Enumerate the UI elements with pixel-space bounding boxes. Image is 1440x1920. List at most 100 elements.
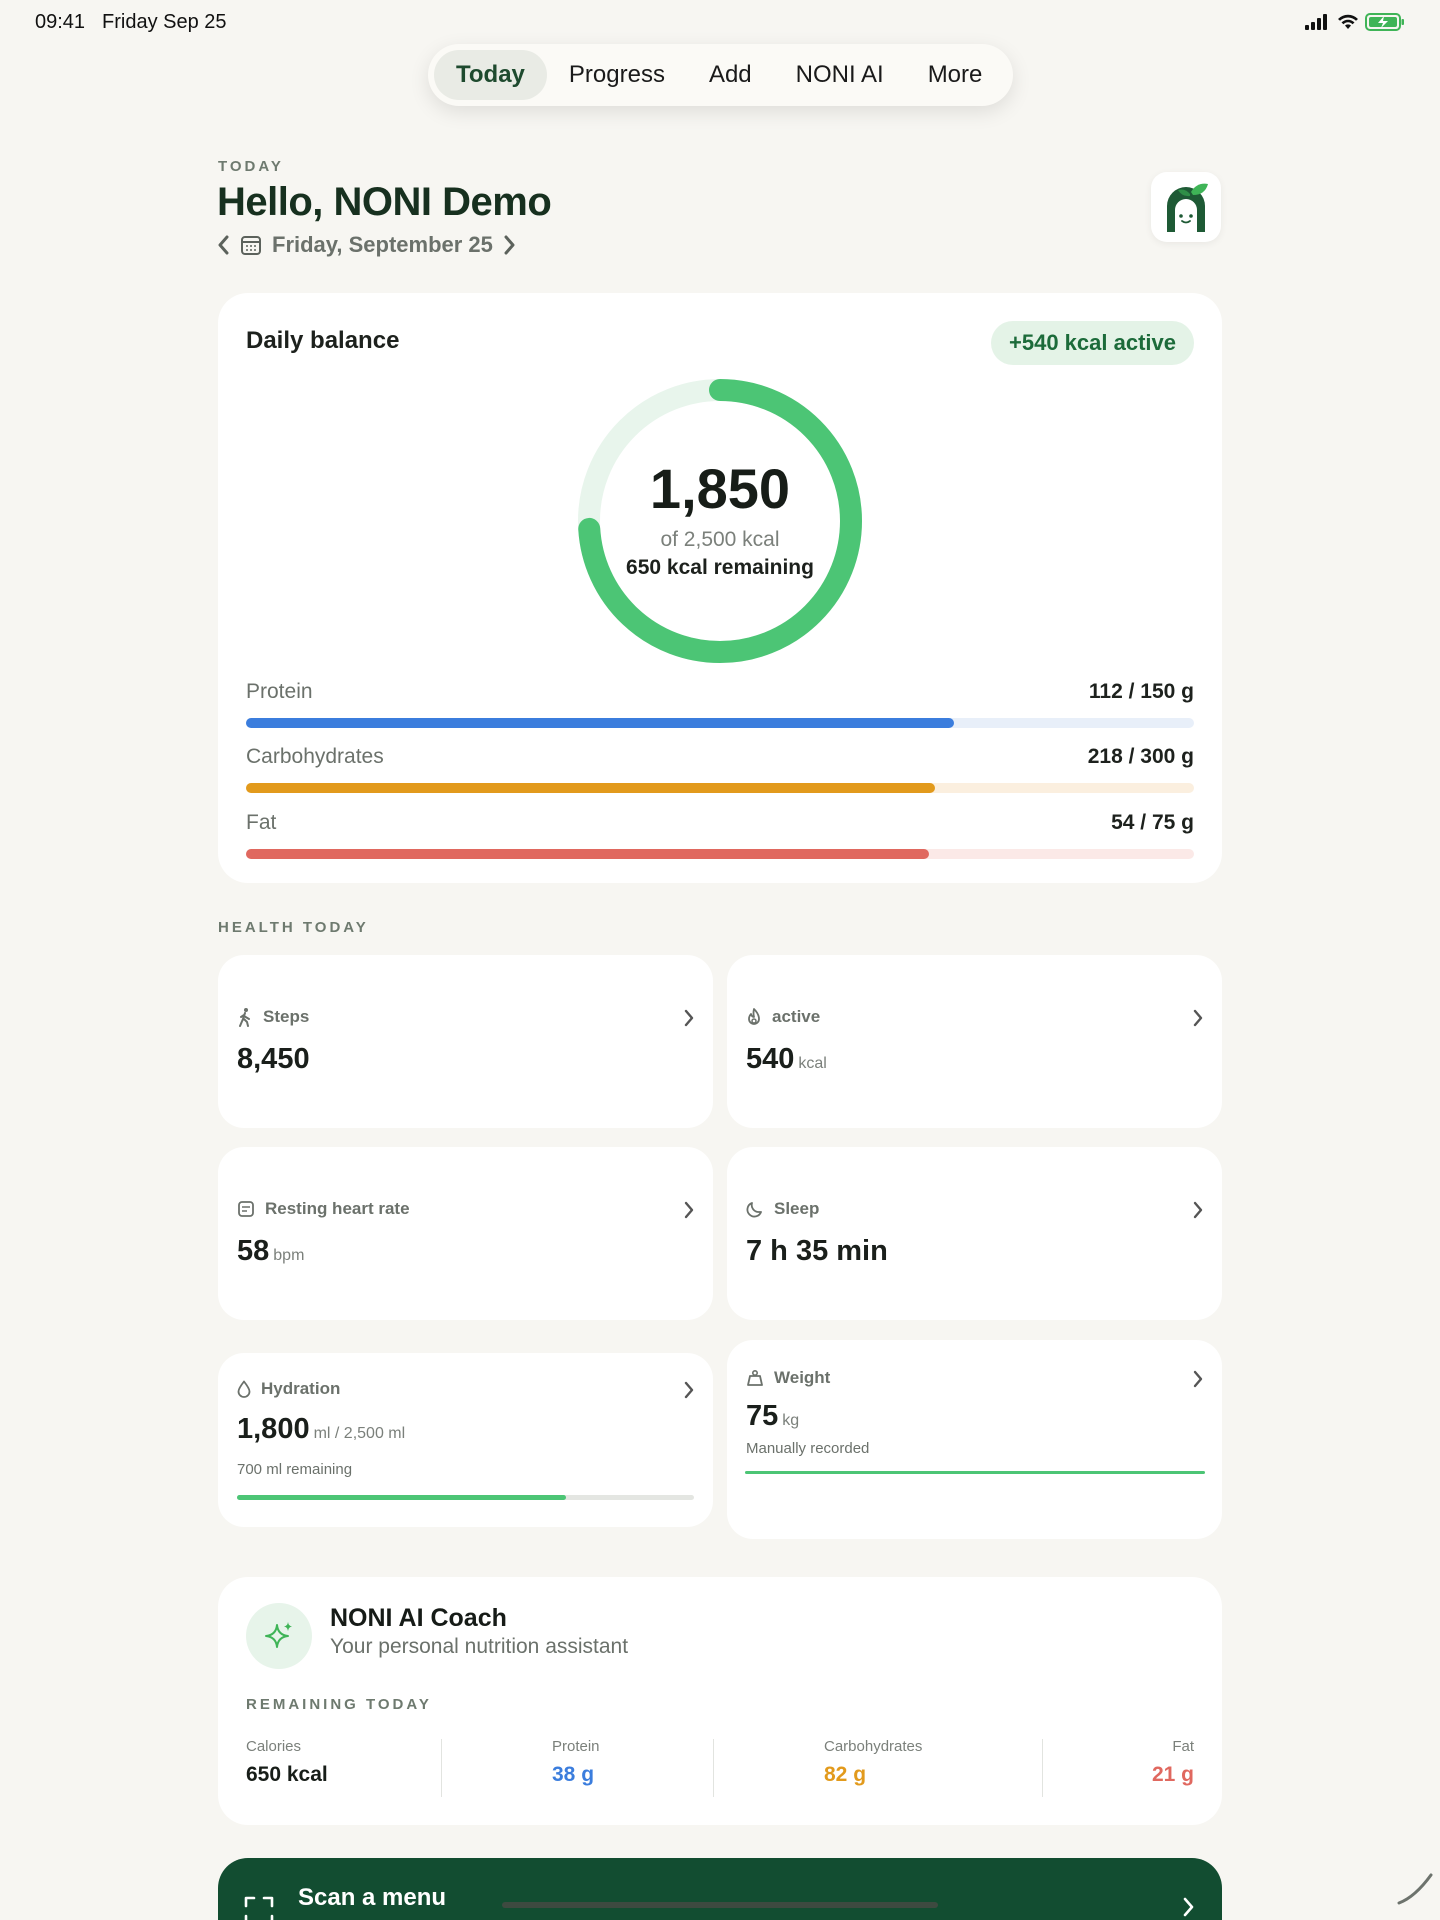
divider xyxy=(441,1739,442,1797)
tab-more[interactable]: More xyxy=(906,50,1005,100)
page-eyebrow: TODAY xyxy=(218,158,284,175)
current-date[interactable]: Friday, September 25 xyxy=(272,232,493,258)
remaining-carbohydrates: Carbohydrates 82 g xyxy=(824,1738,922,1787)
macro-name: Protein xyxy=(246,680,313,703)
ai-coach-card[interactable]: NONI AI Coach Your personal nutrition as… xyxy=(218,1577,1222,1825)
home-indicator[interactable] xyxy=(502,1902,938,1908)
active-label: active xyxy=(772,1007,821,1026)
calorie-ring-labels: 1,850 of 2,500 kcal 650 kcal remaining xyxy=(575,376,865,666)
weight-header: Weight xyxy=(746,1368,830,1388)
macro-value: 218 / 300 g xyxy=(1087,745,1194,768)
tab-today[interactable]: Today xyxy=(434,50,547,100)
remaining-name: Carbohydrates xyxy=(824,1738,923,1755)
status-bar: 09:41 Friday Sep 25 xyxy=(0,0,1440,44)
heart-bpm: 58 xyxy=(237,1235,270,1267)
macro-progress-track xyxy=(246,783,1194,793)
top-navigation: Today Progress Add NONI AI More xyxy=(428,44,1013,106)
hydration-unit: ml / 2,500 ml xyxy=(313,1425,406,1442)
hydration-label: Hydration xyxy=(261,1379,341,1398)
hydration-remaining: 700 ml remaining xyxy=(237,1461,353,1478)
calories-consumed: 1,850 xyxy=(649,457,791,520)
hydration-value: 1,800 ml / 2,500 ml xyxy=(237,1413,405,1446)
sleep-tile[interactable]: Sleep 7 h 35 min xyxy=(727,1147,1222,1320)
status-time: 09:41 xyxy=(35,11,86,33)
chevron-right-icon[interactable] xyxy=(503,234,517,256)
hydration-tile[interactable]: Hydration 1,800 ml / 2,500 ml 700 ml rema… xyxy=(218,1353,713,1527)
calorie-goal: of 2,500 kcal xyxy=(660,528,780,551)
active-value: 540 kcal xyxy=(746,1043,827,1076)
scan-menu-button[interactable]: Scan a menu xyxy=(218,1858,1222,1920)
chevron-right-icon xyxy=(1193,1370,1203,1388)
active-unit: kcal xyxy=(798,1055,827,1072)
remaining-name: Protein xyxy=(552,1738,600,1755)
battery-charging-icon xyxy=(1365,13,1404,31)
sleep-header: Sleep xyxy=(746,1199,819,1219)
tab-add[interactable]: Add xyxy=(687,50,774,100)
chevron-right-icon xyxy=(1193,1009,1203,1027)
macro-progress-fill xyxy=(246,849,929,859)
resting-heart-rate-tile[interactable]: Resting heart rate 58 bpm xyxy=(218,1147,713,1320)
walking-icon xyxy=(239,1008,250,1027)
heart-rate-monitor-icon xyxy=(238,1201,254,1217)
remaining-name: Fat xyxy=(1172,1738,1194,1755)
avatar[interactable] xyxy=(1151,172,1221,242)
hydration-progress-track xyxy=(237,1495,694,1500)
remaining-calories: Calories 650 kcal xyxy=(246,1738,328,1787)
heart-unit: bpm xyxy=(273,1247,305,1264)
page-title: Hello, NONI Demo xyxy=(217,180,552,224)
remaining-value: 21 g xyxy=(1151,1763,1194,1786)
macro-name: Carbohydrates xyxy=(246,745,384,768)
weight-trend-line xyxy=(745,1471,1205,1474)
hydration-ml: 1,800 xyxy=(237,1413,310,1445)
macro-progress-fill xyxy=(246,718,955,728)
remaining-value: 82 g xyxy=(824,1763,867,1786)
macro-progress-fill xyxy=(246,783,936,793)
scan-frame-icon xyxy=(244,1896,274,1920)
sparkles-icon xyxy=(265,1622,292,1648)
coach-subtitle: Your personal nutrition assistant xyxy=(330,1635,629,1658)
steps-header: Steps xyxy=(237,1007,309,1027)
active-energy-tile[interactable]: active 540 kcal xyxy=(727,955,1222,1128)
weight-icon xyxy=(747,1369,763,1386)
tab-noni-ai[interactable]: NONI AI xyxy=(774,50,906,100)
steps-tile[interactable]: Steps 8,450 xyxy=(218,955,713,1128)
weight-unit: kg xyxy=(782,1412,800,1429)
macro-progress-track xyxy=(246,718,1194,728)
steps-value: 8,450 xyxy=(237,1043,310,1076)
moon-icon xyxy=(746,1202,762,1218)
coach-avatar xyxy=(246,1603,312,1669)
heart-label: Resting heart rate xyxy=(265,1199,410,1218)
weight-kg: 75 xyxy=(746,1400,779,1432)
pencil-hover-icon xyxy=(1397,1873,1433,1905)
hydration-header: Hydration xyxy=(237,1379,340,1399)
remaining-value: 650 kcal xyxy=(246,1763,328,1786)
weight-tile[interactable]: Weight 75 kg Manually recorded xyxy=(727,1340,1222,1539)
active-kcal-badge: +540 kcal active xyxy=(991,321,1194,365)
coach-title: NONI AI Coach xyxy=(330,1604,507,1632)
chevron-left-icon[interactable] xyxy=(216,234,230,256)
tab-progress[interactable]: Progress xyxy=(547,50,687,100)
heart-value: 58 bpm xyxy=(237,1235,304,1268)
daily-balance-title: Daily balance xyxy=(246,327,400,354)
remaining-value: 38 g xyxy=(552,1763,595,1786)
chevron-right-icon xyxy=(1193,1201,1203,1219)
divider xyxy=(1042,1739,1043,1797)
health-today-label: HEALTH TODAY xyxy=(218,919,369,936)
weight-source: Manually recorded xyxy=(746,1440,870,1457)
flame-icon xyxy=(748,1008,760,1025)
scan-menu-title: Scan a menu xyxy=(298,1884,447,1911)
noni-mascot-icon xyxy=(1167,183,1208,232)
active-kcal: 540 xyxy=(746,1043,795,1075)
sleep-label: Sleep xyxy=(774,1199,820,1218)
calendar-icon[interactable] xyxy=(240,234,262,256)
chevron-right-icon xyxy=(684,1009,694,1027)
daily-balance-card: Daily balance +540 kcal active 1,850 of … xyxy=(218,293,1222,883)
chevron-right-icon xyxy=(684,1201,694,1219)
steps-count: 8,450 xyxy=(237,1043,310,1075)
steps-label: Steps xyxy=(263,1007,310,1026)
macro-value: 112 / 150 g xyxy=(1088,680,1194,703)
weight-label: Weight xyxy=(774,1368,831,1387)
heart-header: Resting heart rate xyxy=(237,1199,410,1219)
status-date: Friday Sep 25 xyxy=(102,11,227,33)
macro-name: Fat xyxy=(246,811,277,834)
